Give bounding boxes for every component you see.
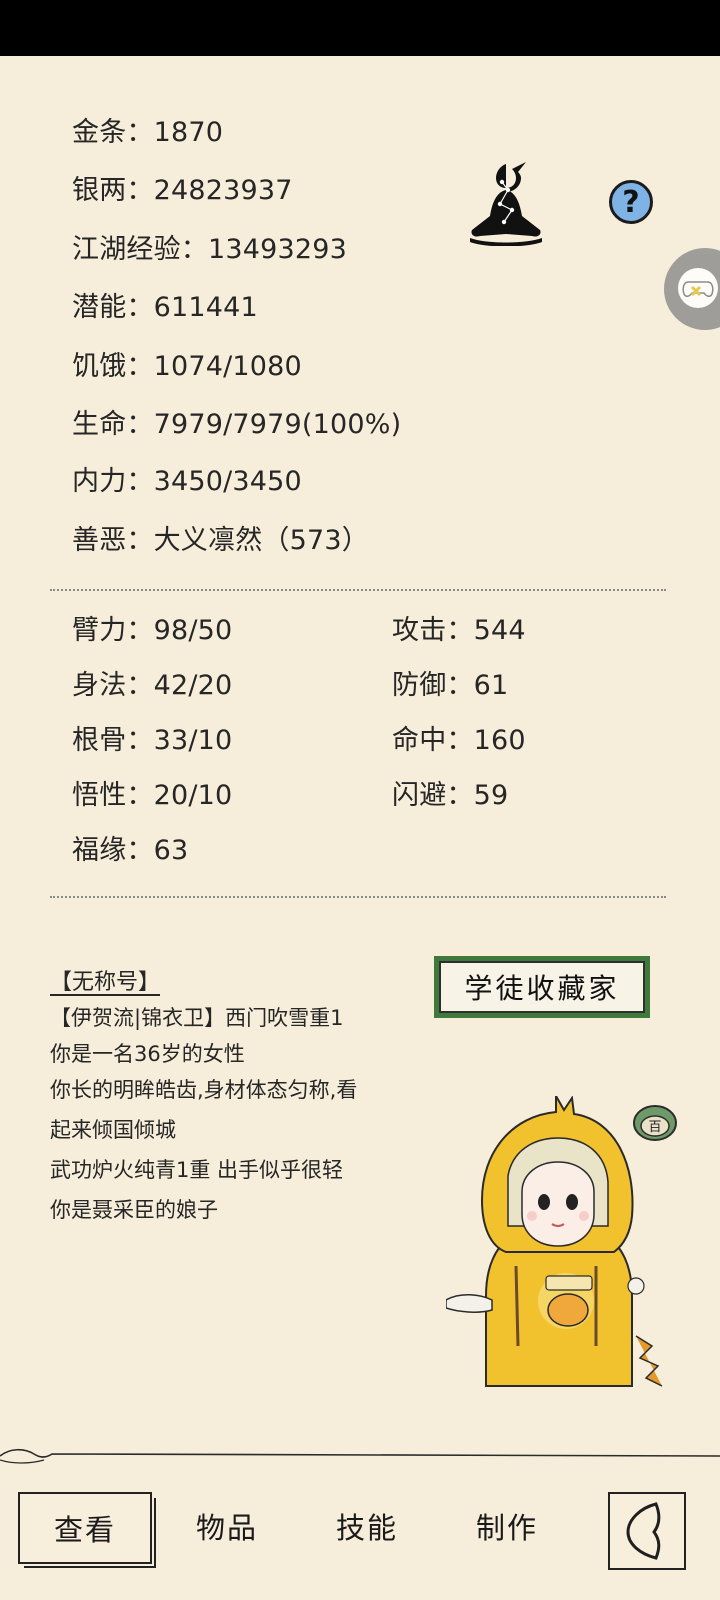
- character-portrait: [446, 1096, 663, 1387]
- attr-attack: 攻击：544: [392, 615, 526, 646]
- tab-items[interactable]: 物品: [160, 1492, 294, 1564]
- stat-life: 生命：7979/7979(100%): [72, 409, 402, 440]
- attr-hit: 命中：160: [392, 725, 526, 756]
- tab-crafting[interactable]: 制作: [440, 1492, 574, 1564]
- floating-assistant-button[interactable]: [664, 248, 720, 330]
- bio-line: 你是聂采臣的娘子: [50, 1198, 218, 1222]
- back-icon: [626, 1502, 661, 1560]
- attr-defense: 防御：61: [392, 670, 509, 701]
- attr-dodge: 闪避：59: [392, 780, 509, 811]
- stat-exp: 江湖经验：13493293: [72, 234, 348, 265]
- attr-comprehension: 悟性：20/10: [72, 780, 233, 811]
- divider-top: [50, 589, 666, 591]
- back-button[interactable]: [608, 1492, 686, 1570]
- bio-line: 你是一名36岁的女性: [50, 1042, 245, 1066]
- attr-constitution: 根骨：33/10: [72, 725, 233, 756]
- help-icon[interactable]: ?: [609, 180, 653, 224]
- bottom-navigation: 查看 物品 技能 制作: [0, 1468, 720, 1600]
- attr-fortune: 福缘：63: [72, 835, 189, 866]
- meditation-figure-icon[interactable]: [466, 160, 546, 246]
- attr-strength: 臂力：98/50: [72, 615, 233, 646]
- tab-skills[interactable]: 技能: [300, 1492, 434, 1564]
- help-label: ?: [622, 184, 640, 220]
- divider-bottom: [50, 896, 666, 898]
- stat-inner-power: 内力：3450/3450: [72, 466, 302, 497]
- bio-line: 起来倾国倾城: [50, 1118, 176, 1142]
- bio-line: 武功炉火纯青1重 出手似乎很轻: [50, 1158, 344, 1182]
- stat-gold: 金条：1870: [72, 117, 224, 148]
- player-title[interactable]: 【无称号】: [50, 968, 160, 998]
- gamepad-icon: [678, 268, 718, 308]
- stat-morality: 善恶：大义凛然（573）: [72, 525, 369, 556]
- stat-hunger: 饥饿：1074/1080: [72, 351, 302, 382]
- tab-view[interactable]: 查看: [18, 1492, 156, 1568]
- bio-line: 你长的明眸皓齿,身材体态匀称,看: [50, 1078, 358, 1102]
- achievement-badge[interactable]: 学徒收藏家: [434, 956, 650, 1018]
- stat-potential: 潜能：611441: [72, 292, 258, 323]
- attr-agility: 身法：42/20: [72, 670, 233, 701]
- achievement-label: 学徒收藏家: [439, 961, 645, 1013]
- status-bar: [0, 0, 720, 56]
- decorative-wave-divider: [0, 1448, 720, 1464]
- bio-line: 【伊贺流|锦衣卫】西门吹雪重1: [50, 1006, 344, 1030]
- stat-silver: 银两：24823937: [72, 175, 293, 206]
